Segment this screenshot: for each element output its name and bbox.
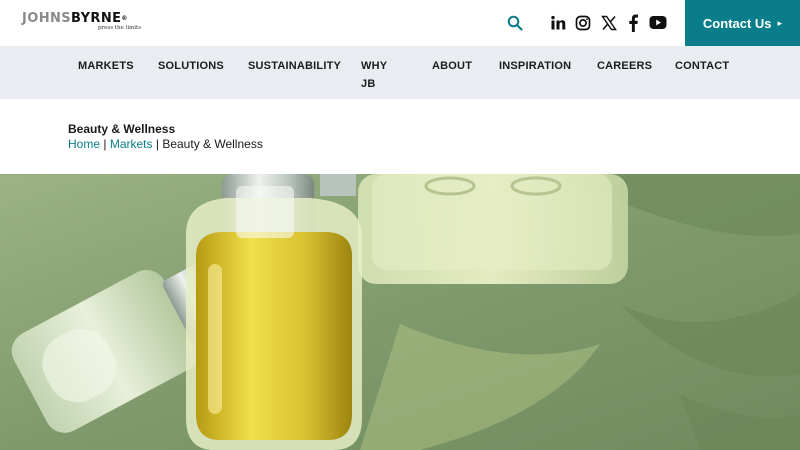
nav-item-contact[interactable]: CONTACT — [675, 57, 729, 75]
page-title: Beauty & Wellness — [68, 122, 176, 136]
top-bar: JOHNSBYRNE® press the limits Contact Us … — [0, 0, 800, 46]
search-icon[interactable] — [507, 15, 523, 31]
contact-us-button[interactable]: Contact Us ▸ — [685, 0, 800, 46]
page-header: Beauty & Wellness Home | Markets | Beaut… — [0, 99, 800, 174]
instagram-icon[interactable] — [575, 15, 591, 31]
nav-item-markets[interactable]: MARKETS — [78, 57, 134, 75]
johnsbyrne-logo[interactable]: JOHNSBYRNE® press the limits — [22, 12, 148, 34]
x-icon[interactable] — [601, 15, 617, 31]
arrow-right-icon: ▸ — [777, 17, 783, 28]
breadcrumb-markets-link[interactable]: Markets — [110, 137, 153, 151]
breadcrumb-home-link[interactable]: Home — [68, 137, 100, 151]
nav-item-sustainability[interactable]: SUSTAINABILITY — [248, 57, 341, 75]
nav-item-inspiration[interactable]: INSPIRATION — [499, 57, 571, 75]
logo-text-johns: JOHNS — [22, 11, 72, 26]
contact-us-label: Contact Us — [702, 15, 772, 31]
logo-registered-mark: ® — [121, 15, 128, 22]
breadcrumb-separator: | — [103, 137, 107, 151]
perfume-bottles-illustration — [0, 174, 800, 450]
youtube-icon[interactable] — [649, 15, 667, 30]
nav-item-about[interactable]: ABOUT — [432, 57, 472, 75]
facebook-icon[interactable] — [627, 14, 639, 32]
linkedin-icon[interactable] — [550, 15, 566, 31]
breadcrumb: Home | Markets | Beauty & Wellness — [68, 137, 263, 151]
breadcrumb-current: Beauty & Wellness — [162, 137, 263, 151]
breadcrumb-separator: | — [155, 137, 159, 151]
nav-item-solutions[interactable]: SOLUTIONS — [158, 57, 224, 75]
logo-tagline: press the limits — [98, 25, 142, 31]
nav-item-careers[interactable]: CAREERS — [597, 57, 652, 75]
logo-text-byrne: BYRNE — [71, 11, 122, 26]
hero-image — [0, 174, 800, 450]
main-nav: MARKETS SOLUTIONS SUSTAINABILITY WHY JB … — [0, 46, 800, 99]
nav-item-why-jb[interactable]: WHY JB — [361, 57, 391, 93]
